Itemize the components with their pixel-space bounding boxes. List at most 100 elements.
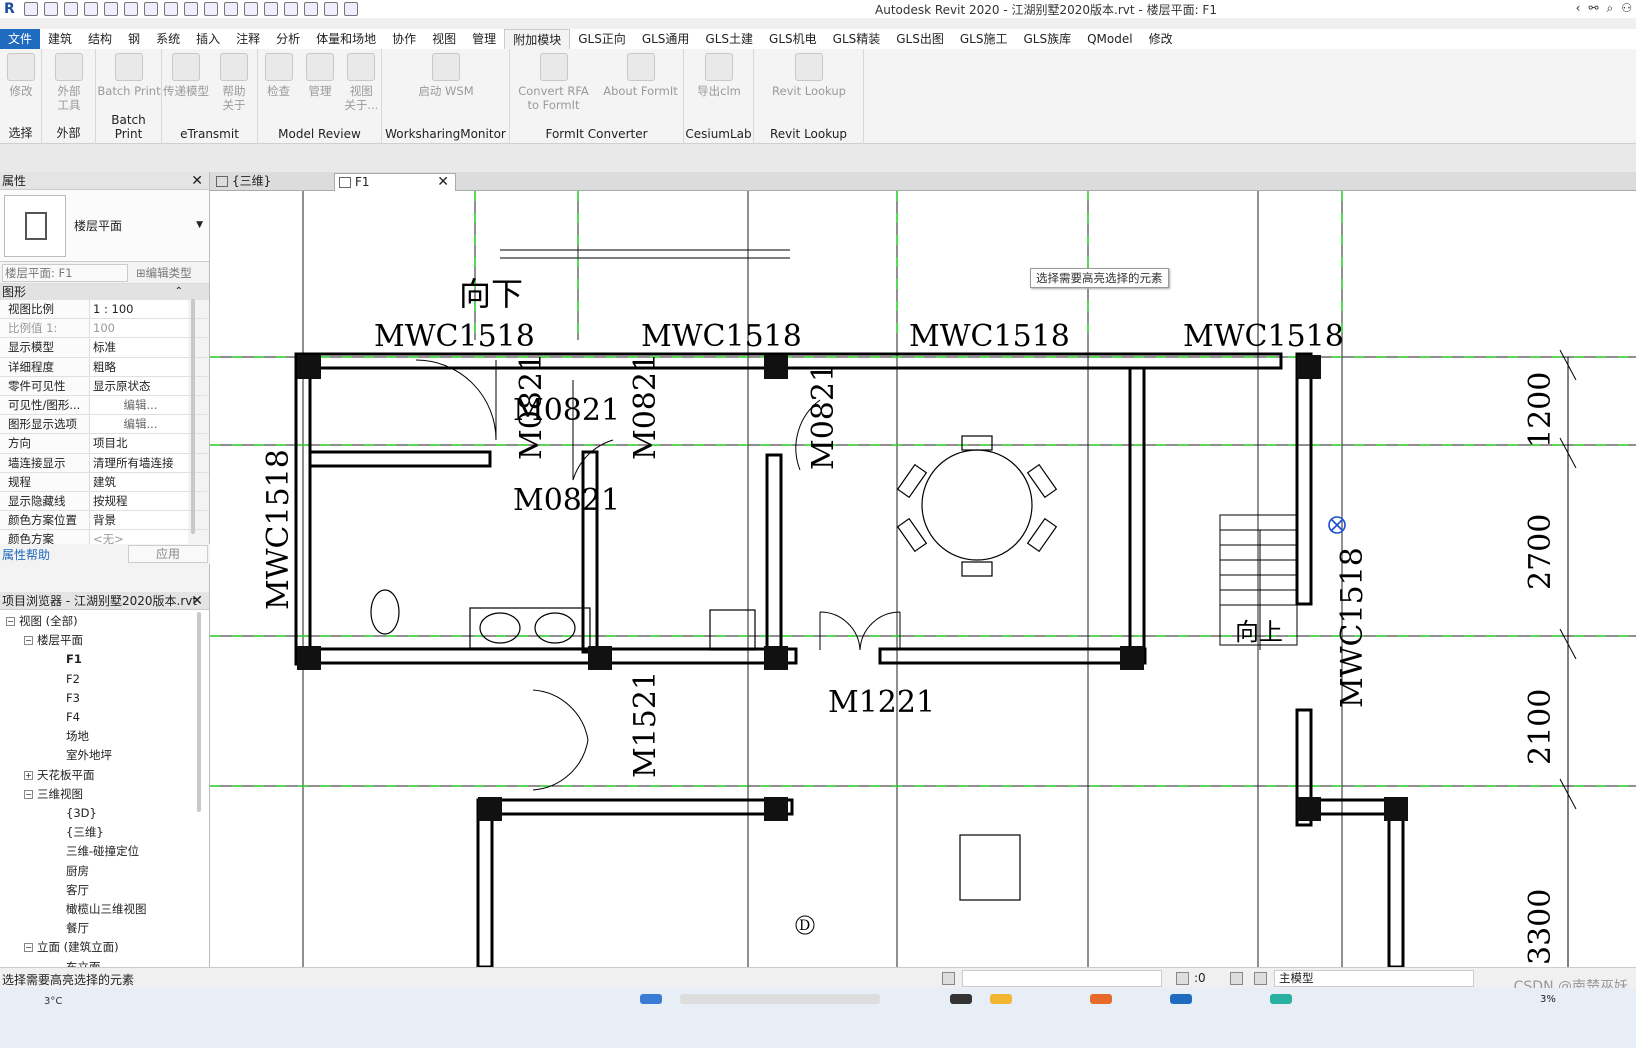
qat-dropdown-icon[interactable] bbox=[344, 2, 358, 16]
property-value[interactable]: 编辑... bbox=[90, 395, 188, 415]
ribbon-tab[interactable]: GLS出图 bbox=[888, 29, 952, 49]
worksets-icon[interactable] bbox=[942, 972, 955, 985]
ribbon-tab[interactable]: GLS施工 bbox=[952, 29, 1016, 49]
print-icon[interactable] bbox=[144, 2, 158, 16]
property-row[interactable]: 可见性/图形... 编辑... bbox=[0, 395, 209, 416]
open-icon[interactable] bbox=[44, 2, 58, 16]
chevron-down-icon[interactable]: ▼ bbox=[196, 220, 203, 230]
sync-icon[interactable] bbox=[84, 2, 98, 16]
ribbon-tab[interactable]: 修改 bbox=[1141, 29, 1181, 49]
property-row[interactable]: 零件可见性 显示原状态 bbox=[0, 376, 209, 396]
property-value[interactable]: 按规程 bbox=[90, 491, 188, 511]
undo-icon[interactable] bbox=[104, 2, 118, 16]
properties-scrollbar[interactable] bbox=[191, 299, 195, 534]
browser-item[interactable]: − 立面 (建筑立面) bbox=[24, 938, 119, 957]
property-value[interactable]: 标准 bbox=[90, 338, 188, 357]
binoculars-icon[interactable]: ⚯ bbox=[1588, 1, 1598, 16]
view-tab[interactable]: F1 ✕ bbox=[334, 173, 456, 191]
browser-item[interactable]: − 楼层平面 bbox=[24, 631, 83, 650]
property-value[interactable]: 1 : 100 bbox=[90, 300, 188, 319]
search-icon[interactable]: ⌕ bbox=[1607, 1, 1614, 16]
property-row[interactable]: 规程 建筑 bbox=[0, 472, 209, 492]
weather-widget[interactable]: 3°C bbox=[44, 996, 62, 1007]
user-icon[interactable]: ⚇ bbox=[1621, 1, 1632, 16]
thin-lines-icon[interactable] bbox=[284, 2, 298, 16]
browser-item[interactable]: F3 bbox=[30, 689, 80, 708]
collapse-icon[interactable]: − bbox=[24, 789, 33, 799]
ribbon-tab[interactable]: 插入 bbox=[188, 29, 228, 49]
property-row[interactable]: 墙连接显示 清理所有墙连接 bbox=[0, 453, 209, 473]
taskbar-app-icon[interactable] bbox=[1270, 994, 1292, 1004]
ribbon-button[interactable]: 启动 WSM bbox=[382, 53, 510, 98]
browser-item[interactable]: F1 bbox=[30, 650, 82, 669]
close-icon[interactable]: ✕ bbox=[191, 172, 203, 190]
tag-icon[interactable] bbox=[204, 2, 218, 16]
ribbon-tab[interactable]: 文件 bbox=[0, 29, 41, 49]
property-value[interactable]: 清理所有墙连接 bbox=[90, 453, 188, 472]
edit-type-icon[interactable]: ⊞ bbox=[136, 266, 146, 280]
floor-plan-drawing[interactable]: 向下 向上 MWC1518 MWC1518 MWC1518 MWC1518 MW… bbox=[210, 191, 1636, 967]
ribbon-button[interactable]: 管理 bbox=[299, 53, 340, 98]
ribbon-tab[interactable]: 注释 bbox=[228, 29, 268, 49]
collapse-icon[interactable]: − bbox=[24, 636, 33, 646]
ribbon-button[interactable]: 导出clm bbox=[684, 53, 754, 98]
browser-item[interactable]: − 三维视图 bbox=[24, 785, 83, 804]
ribbon-button[interactable]: 检查 bbox=[258, 53, 299, 98]
save-icon[interactable] bbox=[64, 2, 78, 16]
ribbon-tab[interactable]: GLS机电 bbox=[761, 29, 825, 49]
property-value[interactable]: 建筑 bbox=[90, 472, 188, 491]
drawing-area[interactable]: 向下 向上 MWC1518 MWC1518 MWC1518 MWC1518 MW… bbox=[210, 191, 1636, 967]
ribbon-tab[interactable]: GLS通用 bbox=[634, 29, 698, 49]
design-option-field[interactable]: 主模型 bbox=[1274, 970, 1474, 987]
instance-selector[interactable]: 楼层平面: F1 bbox=[2, 263, 128, 282]
app-menu-icon[interactable] bbox=[24, 2, 38, 16]
property-value[interactable]: 背景 bbox=[90, 511, 188, 530]
ribbon-button[interactable]: 传递模型 bbox=[162, 53, 210, 98]
ribbon-tab[interactable]: 建筑 bbox=[40, 29, 80, 49]
measure-icon[interactable] bbox=[164, 2, 178, 16]
browser-item[interactable]: F2 bbox=[30, 670, 80, 689]
ribbon-tab[interactable]: 结构 bbox=[80, 29, 120, 49]
property-row[interactable]: 显示模型 标准 bbox=[0, 338, 209, 358]
ribbon-button[interactable]: 外部 工具 bbox=[42, 53, 96, 112]
browser-item[interactable]: {3D} bbox=[30, 804, 97, 823]
ribbon-button[interactable]: Convert RFA to FormIt bbox=[510, 53, 597, 112]
ribbon-tab[interactable]: GLS精装 bbox=[825, 29, 889, 49]
folder-icon[interactable] bbox=[990, 994, 1012, 1004]
ribbon-button[interactable]: Revit Lookup bbox=[754, 53, 864, 98]
browser-item[interactable]: 橄榄山三维视图 bbox=[30, 900, 147, 919]
ribbon-tab[interactable]: 系统 bbox=[148, 29, 188, 49]
browser-item[interactable]: + 天花板平面 bbox=[24, 766, 95, 785]
start-icon[interactable] bbox=[640, 994, 662, 1004]
browser-item[interactable]: 东立面 bbox=[30, 958, 101, 967]
type-selector[interactable]: 楼层平面 ▼ bbox=[0, 190, 209, 262]
collapse-icon[interactable]: ⌃ bbox=[175, 284, 183, 300]
property-value[interactable]: 100 bbox=[90, 319, 188, 338]
taskbar-app-icon[interactable] bbox=[1170, 994, 1192, 1004]
taskbar-app-icon[interactable] bbox=[950, 994, 972, 1004]
ribbon-tab[interactable]: QModel bbox=[1079, 29, 1140, 49]
close-hidden-icon[interactable] bbox=[304, 2, 318, 16]
browser-item[interactable]: {三维} bbox=[30, 823, 104, 842]
ribbon-tab[interactable]: GLS族库 bbox=[1015, 29, 1079, 49]
expand-icon[interactable]: + bbox=[24, 770, 33, 780]
property-value[interactable]: 项目北 bbox=[90, 434, 188, 453]
workset-field[interactable] bbox=[962, 970, 1162, 987]
property-row[interactable]: 图形显示选项 编辑... bbox=[0, 415, 209, 435]
edit-type-button[interactable]: 编辑类型 bbox=[146, 265, 192, 281]
crosshair-icon[interactable] bbox=[1328, 516, 1346, 534]
browser-item[interactable]: 场地 bbox=[30, 727, 89, 746]
collapse-icon[interactable]: − bbox=[6, 617, 15, 626]
apply-button[interactable]: 应用 bbox=[128, 545, 208, 563]
taskbar-app-icon[interactable] bbox=[1090, 994, 1112, 1004]
collapse-icon[interactable]: − bbox=[24, 943, 33, 953]
property-row[interactable]: 颜色方案位置 背景 bbox=[0, 511, 209, 531]
text-icon[interactable] bbox=[224, 2, 238, 16]
filter-icon[interactable] bbox=[1176, 972, 1189, 985]
browser-item[interactable]: 餐厅 bbox=[30, 919, 89, 938]
revit-logo-icon[interactable]: R bbox=[4, 2, 18, 16]
property-row[interactable]: 视图比例 1 : 100 bbox=[0, 300, 209, 320]
ribbon-button[interactable]: 帮助 关于 bbox=[210, 53, 258, 112]
ribbon-tab[interactable]: 协作 bbox=[384, 29, 424, 49]
redo-icon[interactable] bbox=[124, 2, 138, 16]
